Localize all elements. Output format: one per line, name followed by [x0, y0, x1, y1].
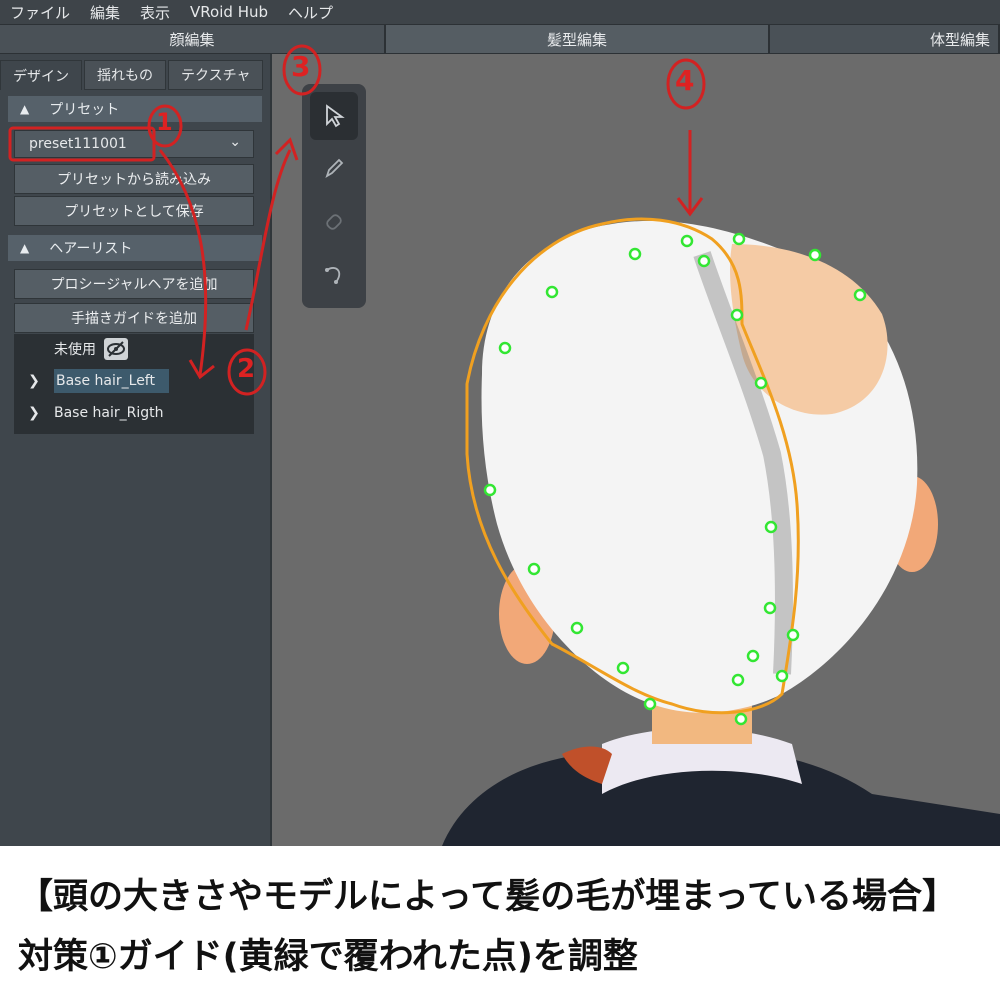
hair-item-label: Base hair_Left [54, 369, 169, 393]
guide-point[interactable] [786, 628, 800, 642]
guide-point[interactable] [731, 673, 745, 687]
tab-face-edit[interactable]: 顔編集 [0, 25, 386, 53]
tab-design[interactable]: デザイン [0, 60, 82, 90]
chevron-up-icon: ▲ [20, 102, 30, 116]
guide-point[interactable] [616, 661, 630, 675]
chevron-up-icon: ▲ [20, 241, 30, 255]
list-item[interactable]: ❯ Base hair_Left [14, 366, 254, 396]
list-item-unused[interactable]: 未使用 [14, 334, 254, 364]
curve-icon[interactable] [310, 250, 358, 298]
guide-point[interactable] [730, 308, 744, 322]
guide-point[interactable] [746, 649, 760, 663]
tab-swaying[interactable]: 揺れもの [84, 60, 166, 90]
annotation-label-2: 2 [237, 354, 256, 384]
side-panel: デザイン 揺れもの テクスチャ ▲ プリセット preset111001 ⌄ プ… [0, 54, 272, 846]
menu-help[interactable]: ヘルプ [278, 2, 343, 23]
menu-vroid-hub[interactable]: VRoid Hub [180, 3, 278, 21]
guide-point[interactable] [853, 288, 867, 302]
guide-points-layer [483, 232, 867, 726]
list-item[interactable]: ❯ Base hair_Rigth [14, 398, 254, 428]
guide-point[interactable] [754, 376, 768, 390]
chevron-down-icon[interactable]: ❯ [14, 373, 54, 389]
sub-tabs: デザイン 揺れもの テクスチャ [0, 60, 265, 90]
menu-view[interactable]: 表示 [130, 2, 180, 23]
save-preset-button[interactable]: プリセットとして保存 [14, 196, 254, 226]
guide-point[interactable] [808, 248, 822, 262]
add-guide-button[interactable]: 手描きガイドを追加 [14, 303, 254, 333]
caption-line-1: 【頭の大きさやモデルによって髪の毛が埋まっている場合】 [18, 877, 958, 917]
preset-header-label: プリセット [49, 102, 120, 118]
pencil-icon[interactable] [310, 144, 358, 192]
guide-point[interactable] [643, 697, 657, 711]
hairlist-section-header[interactable]: ▲ ヘアーリスト [8, 235, 262, 261]
caption-line-2: 対策①ガイド(黄緑で覆われた点)を調整 [18, 937, 638, 977]
chevron-down-icon: ⌄ [229, 134, 241, 150]
tab-texture[interactable]: テクスチャ [168, 60, 264, 90]
guide-point[interactable] [732, 232, 746, 246]
annotation-label-1: 1 [156, 108, 173, 136]
guide-point[interactable] [483, 483, 497, 497]
hairlist-header-label: ヘアーリスト [49, 241, 133, 257]
guide-point[interactable] [763, 601, 777, 615]
guide-point[interactable] [545, 285, 559, 299]
guide-point[interactable] [527, 562, 541, 576]
tool-palette [302, 84, 366, 308]
unused-label: 未使用 [54, 342, 96, 358]
eraser-icon[interactable] [310, 198, 358, 246]
preset-selected-value: preset111001 [29, 136, 127, 152]
guide-point[interactable] [680, 234, 694, 248]
menu-bar: ファイル 編集 表示 VRoid Hub ヘルプ [0, 0, 1000, 24]
viewport-3d[interactable] [272, 54, 1000, 846]
annotation-label-3: 3 [291, 50, 311, 83]
annotation-label-4: 4 [675, 64, 695, 97]
guide-point[interactable] [570, 621, 584, 635]
hidden-eye-icon[interactable] [104, 338, 128, 360]
preset-section-header[interactable]: ▲ プリセット [8, 96, 262, 122]
guide-point[interactable] [734, 712, 748, 726]
tab-hair-edit[interactable]: 髪型編集 [386, 25, 770, 53]
guide-point[interactable] [628, 247, 642, 261]
hair-list: 未使用 ❯ Base hair_Left ❯ Base hair_Rigth [14, 334, 254, 434]
caption: 【頭の大きさやモデルによって髪の毛が埋まっている場合】 対策①ガイド(黄緑で覆わ… [0, 846, 1000, 1000]
load-preset-button[interactable]: プリセットから読み込み [14, 164, 254, 194]
preset-select[interactable]: preset111001 ⌄ [14, 130, 254, 158]
guide-point[interactable] [775, 669, 789, 683]
cursor-icon[interactable] [310, 92, 358, 140]
guide-point[interactable] [498, 341, 512, 355]
menu-edit[interactable]: 編集 [80, 2, 130, 23]
guide-point[interactable] [764, 520, 778, 534]
add-procedural-hair-button[interactable]: プロシージャルヘアを追加 [14, 269, 254, 299]
hair-item-label: Base hair_Rigth [54, 405, 164, 421]
guide-point[interactable] [697, 254, 711, 268]
tab-body-edit[interactable]: 体型編集 [770, 25, 1000, 53]
menu-file[interactable]: ファイル [0, 2, 80, 23]
chevron-down-icon[interactable]: ❯ [14, 405, 54, 421]
mode-tabs: 顔編集 髪型編集 体型編集 [0, 24, 1000, 54]
